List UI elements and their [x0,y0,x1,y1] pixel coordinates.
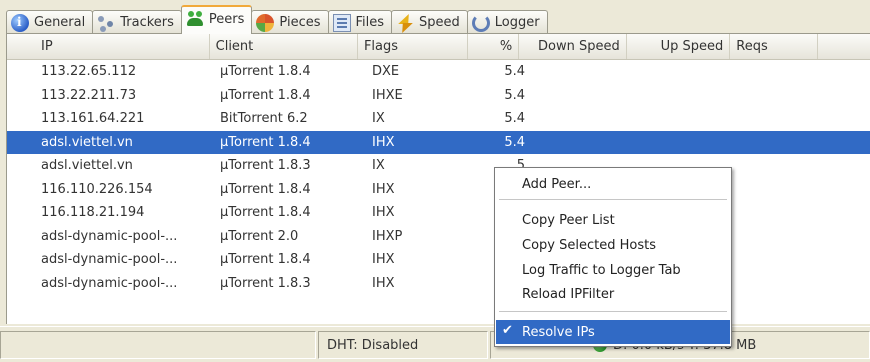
cell-ip: adsl-dynamic-pool-... [41,252,178,268]
cell-flags: IHX [372,205,395,221]
tab-files[interactable]: Files [327,10,393,34]
tab-strip: General Trackers Peers Pieces Files Spee… [6,4,548,34]
column-flags[interactable]: Flags [358,34,469,59]
cell-ip: 116.118.21.194 [41,205,145,221]
menu-item-resolve-ips[interactable]: ✔ Resolve IPs [496,320,730,344]
status-pane-empty [0,331,316,359]
trackers-icon [97,14,115,32]
cell-ip: 113.22.65.112 [41,64,137,80]
cell-ip: 113.161.64.221 [41,111,145,127]
tab-label: Logger [494,15,540,30]
menu-separator [499,199,727,201]
tab-general[interactable]: General [6,10,94,34]
tab-label: Files [355,15,385,30]
cell-ip: 113.22.211.73 [41,87,137,103]
column-up-speed[interactable]: Up Speed [627,34,731,59]
cell-client: µTorrent 1.8.4 [220,205,311,221]
cell-flags: DXE [372,64,400,80]
table-row[interactable]: adsl.viettel.vn µTorrent 1.8.4 IHX 5.4 [7,130,870,154]
menu-item-copy-peer-list[interactable]: Copy Peer List [496,208,730,232]
info-icon [11,13,29,32]
column-header-row: IP Client Flags % Down Speed Up Speed Re… [7,34,870,60]
menu-item-log-traffic[interactable]: Log Traffic to Logger Tab [496,258,730,282]
pieces-icon [256,13,275,32]
peers-icon [186,10,204,28]
cell-flags: IHXE [372,87,403,103]
menu-item-add-peer[interactable]: Add Peer... [496,172,730,196]
cell-ip: adsl.viettel.vn [41,158,133,174]
table-row[interactable]: 116.118.21.194µTorrent 1.8.4IHX5 [7,201,870,225]
tab-label: General [34,15,86,30]
cell-ip: adsl-dynamic-pool-... [41,275,178,291]
tab-label: Trackers [120,15,174,30]
cell-ip: adsl-dynamic-pool-... [41,228,178,244]
cell-client: µTorrent 1.8.4 [220,134,311,150]
cell-client: µTorrent 1.8.4 [220,64,311,80]
table-row[interactable]: adsl-dynamic-pool-...µTorrent 1.8.4IHX5 [7,248,870,272]
column-reqs[interactable]: Reqs [730,34,819,59]
dht-status-text: DHT: Disabled [327,337,419,353]
checkmark-icon: ✔ [502,323,513,338]
table-row[interactable]: 113.22.65.112 µTorrent 1.8.4 DXE 5.4 [7,60,870,84]
table-row[interactable]: adsl-dynamic-pool-...µTorrent 1.8.3IHX5 [7,272,870,296]
column-down-speed[interactable]: Down Speed [519,34,627,59]
logger-icon [471,13,490,32]
peer-rows: 113.22.65.112 µTorrent 1.8.4 DXE 5.4 113.22.… [7,60,870,295]
cell-client: µTorrent 1.8.4 [220,252,311,268]
cell-client: µTorrent 1.8.3 [220,158,311,174]
table-row[interactable]: 113.22.211.73 µTorrent 1.8.4 IHXE 5.4 [7,84,870,108]
table-row[interactable]: 116.110.226.154µTorrent 1.8.4IHX5 [7,178,870,202]
status-dht: DHT: Disabled [318,331,488,359]
cell-flags: IHX [372,275,395,291]
status-bar: DHT: Disabled D: 0.0 kB/s T: 37.8 MB [0,326,870,362]
cell-percent: 5.4 [504,134,525,150]
menu-item-copy-selected-hosts[interactable]: Copy Selected Hosts [496,233,730,257]
cell-percent: 5.4 [504,64,525,80]
menu-item-reload-ipfilter[interactable]: Reload IPFilter [496,282,730,306]
cell-client: µTorrent 2.0 [220,228,299,244]
cell-client: µTorrent 1.8.3 [220,275,311,291]
cell-flags: IX [372,158,385,174]
tab-label: Peers [208,11,245,27]
peer-list[interactable]: IP Client Flags % Down Speed Up Speed Re… [6,33,870,324]
tab-label: Speed [419,15,460,30]
files-icon [332,13,351,32]
tab-logger[interactable]: Logger [466,10,548,34]
cell-percent: 5.4 [504,87,525,103]
cell-flags: IHX [372,181,395,197]
cell-client: BitTorrent 6.2 [220,111,308,127]
cell-client: µTorrent 1.8.4 [220,87,311,103]
tab-trackers[interactable]: Trackers [92,10,182,34]
cell-flags: IHXP [372,228,403,244]
column-extra[interactable] [818,34,870,59]
tab-speed[interactable]: Speed [391,10,468,34]
table-row[interactable]: adsl.viettel.vn µTorrent 1.8.3 IX 5 [7,154,870,178]
menu-item-label: Resolve IPs [522,324,595,340]
tab-peers[interactable]: Peers [180,5,253,34]
speed-icon [396,14,414,32]
tab-label: Pieces [279,15,321,30]
cell-flags: IHX [372,134,395,150]
cell-ip: 116.110.226.154 [41,181,153,197]
cell-percent: 5.4 [504,111,525,127]
cell-ip: adsl.viettel.vn [41,134,133,150]
column-client[interactable]: Client [210,34,358,59]
table-row[interactable]: adsl-dynamic-pool-...µTorrent 2.0IHXP5 [7,225,870,249]
cell-client: µTorrent 1.8.4 [220,181,311,197]
column-percent[interactable]: % [468,34,520,59]
column-ip[interactable]: IP [7,34,210,59]
table-row[interactable]: 113.161.64.221 BitTorrent 6.2 IX 5.4 [7,107,870,131]
menu-separator [499,311,727,313]
context-menu: Add Peer... Copy Peer List Copy Selected… [494,167,732,347]
cell-flags: IHX [372,252,395,268]
tab-pieces[interactable]: Pieces [251,10,329,34]
cell-flags: IX [372,111,385,127]
